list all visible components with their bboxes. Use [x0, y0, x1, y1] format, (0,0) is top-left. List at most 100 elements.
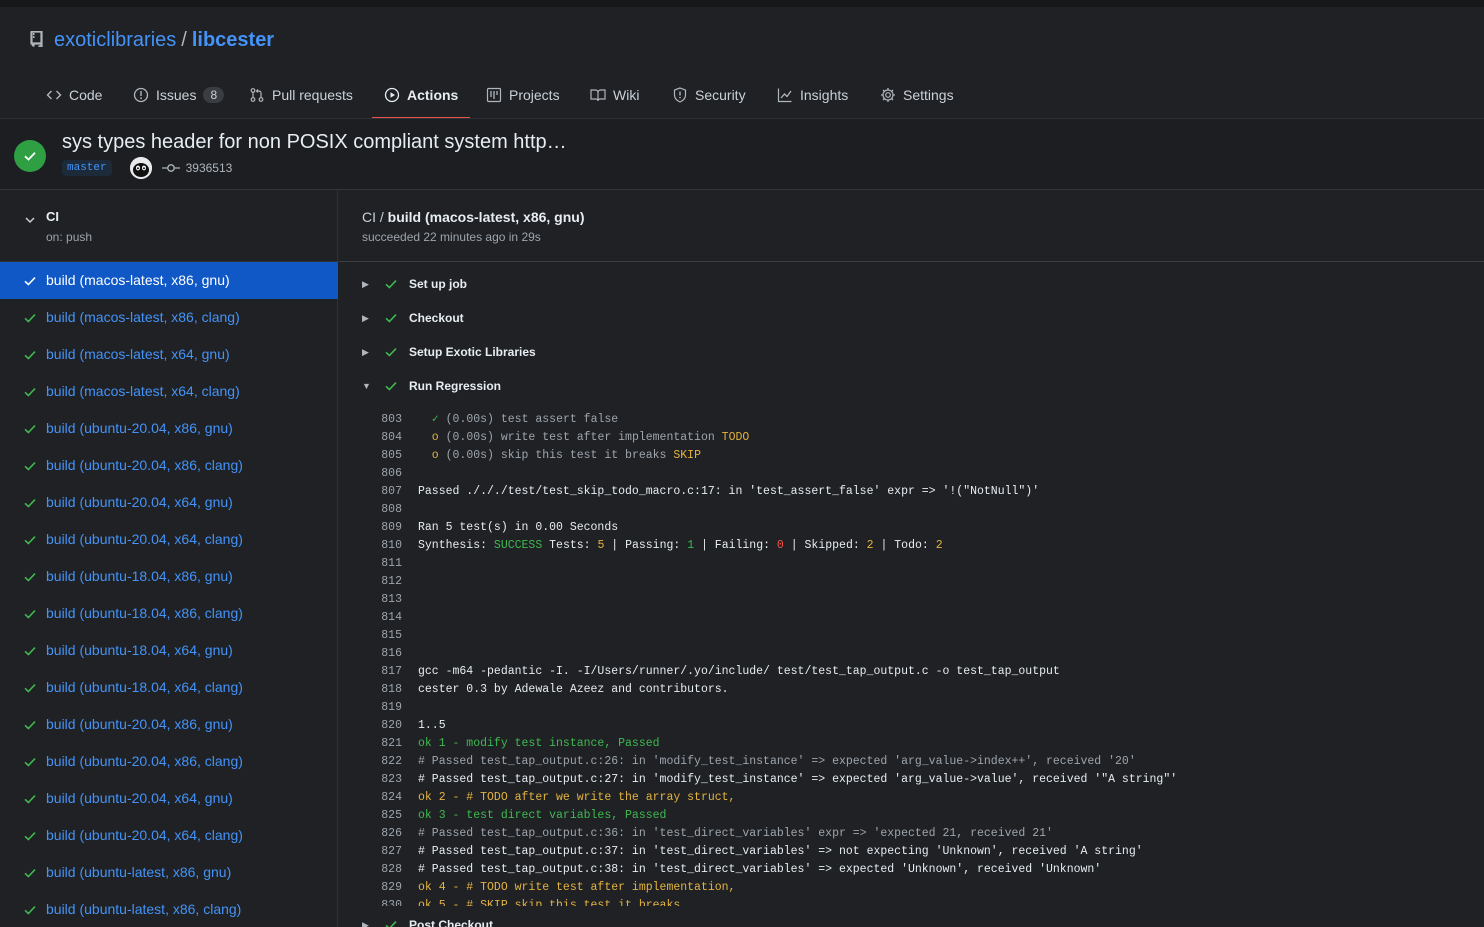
log-line-text: Ran 5 test(s) in 0.00 Seconds — [418, 519, 618, 537]
job-item[interactable]: build (macos-latest, x86, gnu) — [0, 262, 338, 299]
tab-settings[interactable]: Settings — [880, 70, 954, 119]
log-line-text: # Passed test_tap_output.c:36: in 'test_… — [418, 825, 1053, 843]
job-list: build (macos-latest, x86, gnu) build (mac… — [0, 262, 338, 927]
log-line: 812 — [338, 573, 1484, 591]
job-item[interactable]: build (ubuntu-20.04, x64, gnu) — [0, 780, 338, 817]
caret-right-icon[interactable]: ▶ — [362, 313, 369, 324]
log-text-segment: Synthesis: — [418, 539, 494, 552]
job-item[interactable]: build (ubuntu-18.04, x64, gnu) — [0, 632, 338, 669]
log-line-number[interactable]: 821 — [366, 735, 402, 753]
log-line-number[interactable]: 817 — [366, 663, 402, 681]
log-line-number[interactable]: 820 — [366, 717, 402, 735]
log-line-number[interactable]: 812 — [366, 573, 402, 591]
step-row[interactable]: ▼ Run Regression — [338, 369, 1484, 403]
job-item[interactable]: build (ubuntu-18.04, x64, clang) — [0, 669, 338, 706]
log-line-number[interactable]: 814 — [366, 609, 402, 627]
job-item[interactable]: build (ubuntu-20.04, x86, clang) — [0, 447, 338, 484]
job-item[interactable]: build (ubuntu-18.04, x86, clang) — [0, 595, 338, 632]
log-line: 820 1..5 — [338, 717, 1484, 735]
log-line-number[interactable]: 811 — [366, 555, 402, 573]
job-item[interactable]: build (ubuntu-latest, x86, gnu) — [0, 854, 338, 891]
log-line: 814 — [338, 609, 1484, 627]
step-row[interactable]: ▶ Post Checkout — [338, 908, 1484, 927]
job-item[interactable]: build (ubuntu-20.04, x64, gnu) — [0, 484, 338, 521]
tab-pull-requests[interactable]: Pull requests — [249, 70, 353, 119]
log-text-segment: # Passed test_tap_output.c:27: in 'modif… — [418, 773, 1178, 786]
log-line-number[interactable]: 813 — [366, 591, 402, 609]
step-row[interactable]: ▶ Checkout — [338, 301, 1484, 335]
repo-name-link[interactable]: libcester — [192, 29, 274, 52]
workflow-header[interactable]: CI on: push — [0, 190, 338, 262]
log-line-number[interactable]: 822 — [366, 753, 402, 771]
chevron-down-icon[interactable] — [23, 213, 37, 227]
log-line-number[interactable]: 816 — [366, 645, 402, 663]
job-item[interactable]: build (macos-latest, x86, clang) — [0, 299, 338, 336]
log-line: 827 # Passed test_tap_output.c:37: in 'te… — [338, 843, 1484, 861]
tab-projects[interactable]: Projects — [486, 70, 560, 119]
tab-actions[interactable]: Actions — [372, 70, 471, 119]
commit-sha-link[interactable]: 3936513 — [186, 161, 233, 175]
job-item[interactable]: build (ubuntu-20.04, x86, gnu) — [0, 706, 338, 743]
job-item[interactable]: build (ubuntu-20.04, x64, clang) — [0, 817, 338, 854]
log-line-number[interactable]: 824 — [366, 789, 402, 807]
log-line-number[interactable]: 808 — [366, 501, 402, 519]
job-item-label: build (ubuntu-latest, x86, gnu) — [46, 864, 232, 880]
log-line-number[interactable]: 815 — [366, 627, 402, 645]
log-line-number[interactable]: 810 — [366, 537, 402, 555]
log-line: 823 # Passed test_tap_output.c:27: in 'mo… — [338, 771, 1484, 789]
job-item[interactable]: build (ubuntu-20.04, x86, gnu) — [0, 410, 338, 447]
tab-insights[interactable]: Insights — [777, 70, 848, 119]
log-line-number[interactable]: 809 — [366, 519, 402, 537]
check-icon — [24, 684, 36, 693]
job-item[interactable]: build (ubuntu-20.04, x86, clang) — [0, 743, 338, 780]
job-item[interactable]: build (ubuntu-latest, x86, clang) — [0, 891, 338, 927]
step-row[interactable]: ▶ Set up job — [338, 267, 1484, 301]
log-line-number[interactable]: 827 — [366, 843, 402, 861]
jobs-sidebar: CI on: push build (macos-latest, x86, gn… — [0, 190, 338, 927]
log-line: 808 — [338, 501, 1484, 519]
caret-right-icon[interactable]: ▶ — [362, 279, 369, 290]
log-line-number[interactable]: 826 — [366, 825, 402, 843]
log-line-number[interactable]: 823 — [366, 771, 402, 789]
tab-security[interactable]: Security — [672, 70, 746, 119]
tab-issues[interactable]: Issues 8 — [133, 70, 225, 119]
log-line-number[interactable]: 825 — [366, 807, 402, 825]
log-line-number[interactable]: 804 — [366, 429, 402, 447]
branch-label[interactable]: master — [62, 160, 112, 176]
job-item[interactable]: build (ubuntu-18.04, x86, gnu) — [0, 558, 338, 595]
caret-down-icon[interactable]: ▼ — [362, 381, 371, 391]
commit-icon — [161, 164, 180, 172]
log-line-number[interactable]: 806 — [366, 465, 402, 483]
caret-right-icon[interactable]: ▶ — [362, 347, 369, 358]
check-icon — [24, 152, 36, 161]
log-text-segment: SKIP — [673, 449, 701, 462]
log-text-segment: (0.00s) skip this test it breaks — [438, 449, 674, 462]
avatar[interactable] — [129, 157, 152, 179]
log-line: 819 — [338, 699, 1484, 717]
job-item[interactable]: build (macos-latest, x64, clang) — [0, 373, 338, 410]
tab-code[interactable]: Code — [46, 70, 102, 119]
repo-owner-link[interactable]: exoticlibraries — [54, 29, 176, 52]
job-item[interactable]: build (macos-latest, x64, gnu) — [0, 336, 338, 373]
job-heading-workflow[interactable]: CI — [362, 209, 376, 225]
workflow-name: CI — [46, 209, 59, 224]
tab-projects-label: Projects — [509, 86, 560, 103]
job-item-label: build (ubuntu-18.04, x64, clang) — [46, 679, 243, 695]
log-line-number[interactable]: 829 — [366, 879, 402, 897]
tab-issues-label: Issues — [156, 86, 197, 103]
job-item-label: build (macos-latest, x86, clang) — [46, 309, 240, 325]
job-item[interactable]: build (ubuntu-20.04, x64, clang) — [0, 521, 338, 558]
job-item-label: build (ubuntu-18.04, x86, gnu) — [46, 568, 233, 584]
app-window: exoticlibraries / libcester Code Issues … — [0, 0, 1484, 927]
log-line-number[interactable]: 819 — [366, 699, 402, 717]
caret-right-icon[interactable]: ▶ — [362, 920, 369, 927]
log-line-number[interactable]: 828 — [366, 861, 402, 879]
step-row[interactable]: ▶ Setup Exotic Libraries — [338, 335, 1484, 369]
log-line-number[interactable]: 818 — [366, 681, 402, 699]
log-text-segment: | Failing: — [694, 539, 777, 552]
log-line-number[interactable]: 807 — [366, 483, 402, 501]
tab-wiki[interactable]: Wiki — [590, 70, 639, 119]
log-line-number[interactable]: 805 — [366, 447, 402, 465]
log-line-number[interactable]: 803 — [366, 411, 402, 429]
log-line-number[interactable]: 830 — [366, 897, 402, 906]
